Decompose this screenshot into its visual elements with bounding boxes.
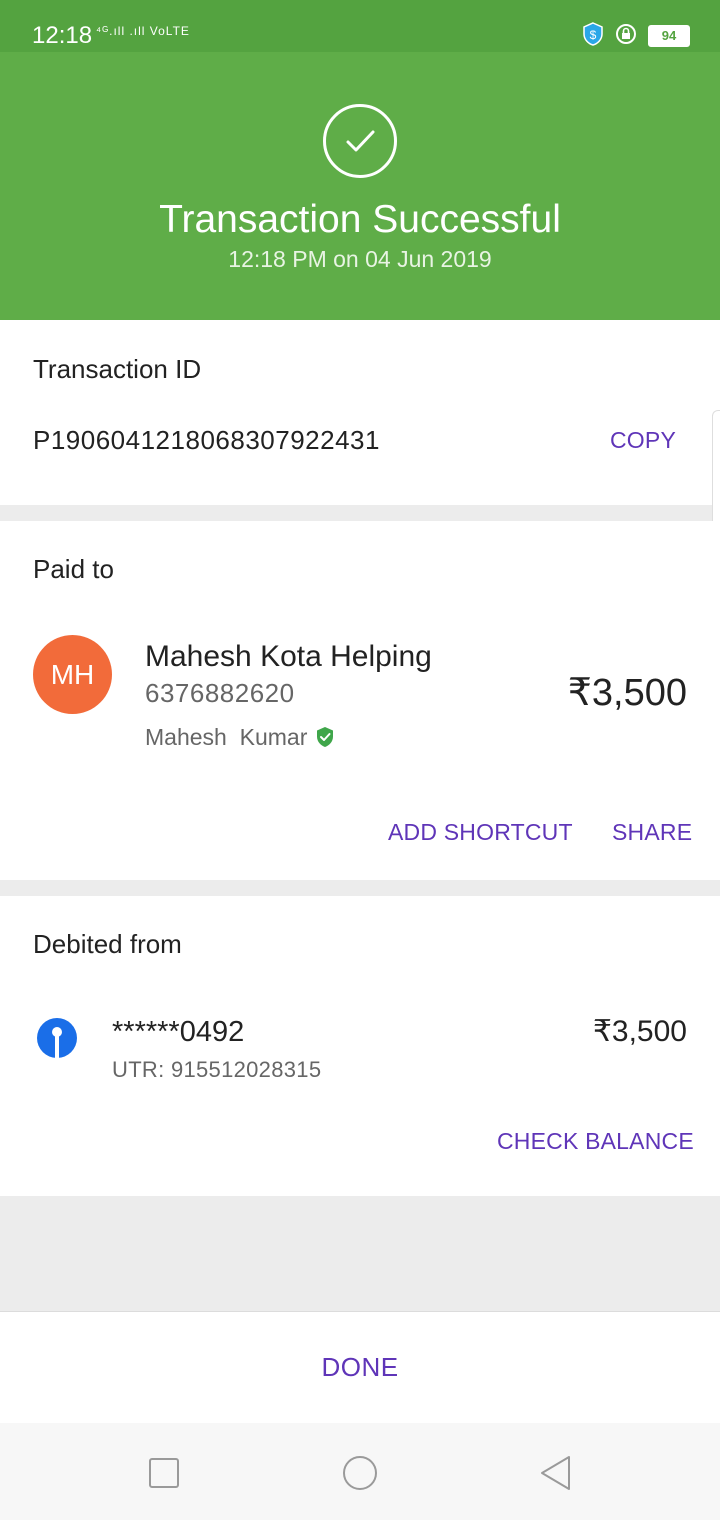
transaction-id-card: Transaction ID P1906041218068307922431 C… <box>0 320 720 505</box>
transaction-id-value: P1906041218068307922431 <box>33 425 380 455</box>
add-shortcut-button[interactable]: ADD SHORTCUT <box>388 818 573 846</box>
utr-number: UTR: 915512028315 <box>112 1057 322 1082</box>
check-balance-button[interactable]: CHECK BALANCE <box>497 1127 694 1155</box>
done-button[interactable]: DONE <box>0 1312 720 1423</box>
status-bar: 12:18 ⁴ᴳ.ıll .ıll VoLTE $ 94 <box>0 0 720 52</box>
avatar: MH <box>33 635 112 714</box>
rotation-lock-icon <box>614 22 638 51</box>
shield-icon: $ <box>582 21 604 51</box>
verified-shield-icon <box>315 726 335 754</box>
debited-from-label: Debited from <box>33 929 182 959</box>
bank-logo-icon <box>37 1018 77 1058</box>
status-time: 12:18 <box>32 22 93 49</box>
paid-amount: ₹3,500 <box>567 672 687 714</box>
navigation-bar <box>0 1423 720 1520</box>
signal-indicators: ⁴ᴳ.ıll .ıll VoLTE <box>96 24 190 38</box>
back-icon[interactable] <box>538 1455 574 1491</box>
done-bar: DONE <box>0 1311 720 1423</box>
transaction-id-label: Transaction ID <box>33 354 202 384</box>
debited-amount: ₹3,500 <box>592 1015 687 1048</box>
payee-phone: 6376882620 <box>145 678 295 708</box>
payee-verified-name: Mahesh Kumar <box>145 723 335 754</box>
paid-to-label: Paid to <box>33 554 114 584</box>
check-circle-icon <box>323 104 397 178</box>
copy-button[interactable]: COPY <box>610 426 676 454</box>
verified-name-text: Mahesh Kumar <box>145 724 308 750</box>
battery-indicator: 94 <box>648 25 690 47</box>
transaction-status-title: Transaction Successful <box>159 198 561 241</box>
share-button[interactable]: SHARE <box>612 818 692 846</box>
home-icon[interactable] <box>342 1455 378 1491</box>
payee-name: Mahesh Kota Helping <box>145 640 432 673</box>
success-header: Transaction Successful 12:18 PM on 04 Ju… <box>0 52 720 320</box>
account-number: ******0492 <box>112 1016 245 1048</box>
status-icons: $ 94 <box>582 21 690 51</box>
paid-to-card: Paid to MH Mahesh Kota Helping 637688262… <box>0 521 720 880</box>
recent-apps-icon[interactable] <box>146 1455 182 1491</box>
svg-text:$: $ <box>590 28 597 42</box>
debited-from-card: Debited from ******0492 UTR: 91551202831… <box>0 896 720 1196</box>
transaction-datetime: 12:18 PM on 04 Jun 2019 <box>228 246 492 272</box>
